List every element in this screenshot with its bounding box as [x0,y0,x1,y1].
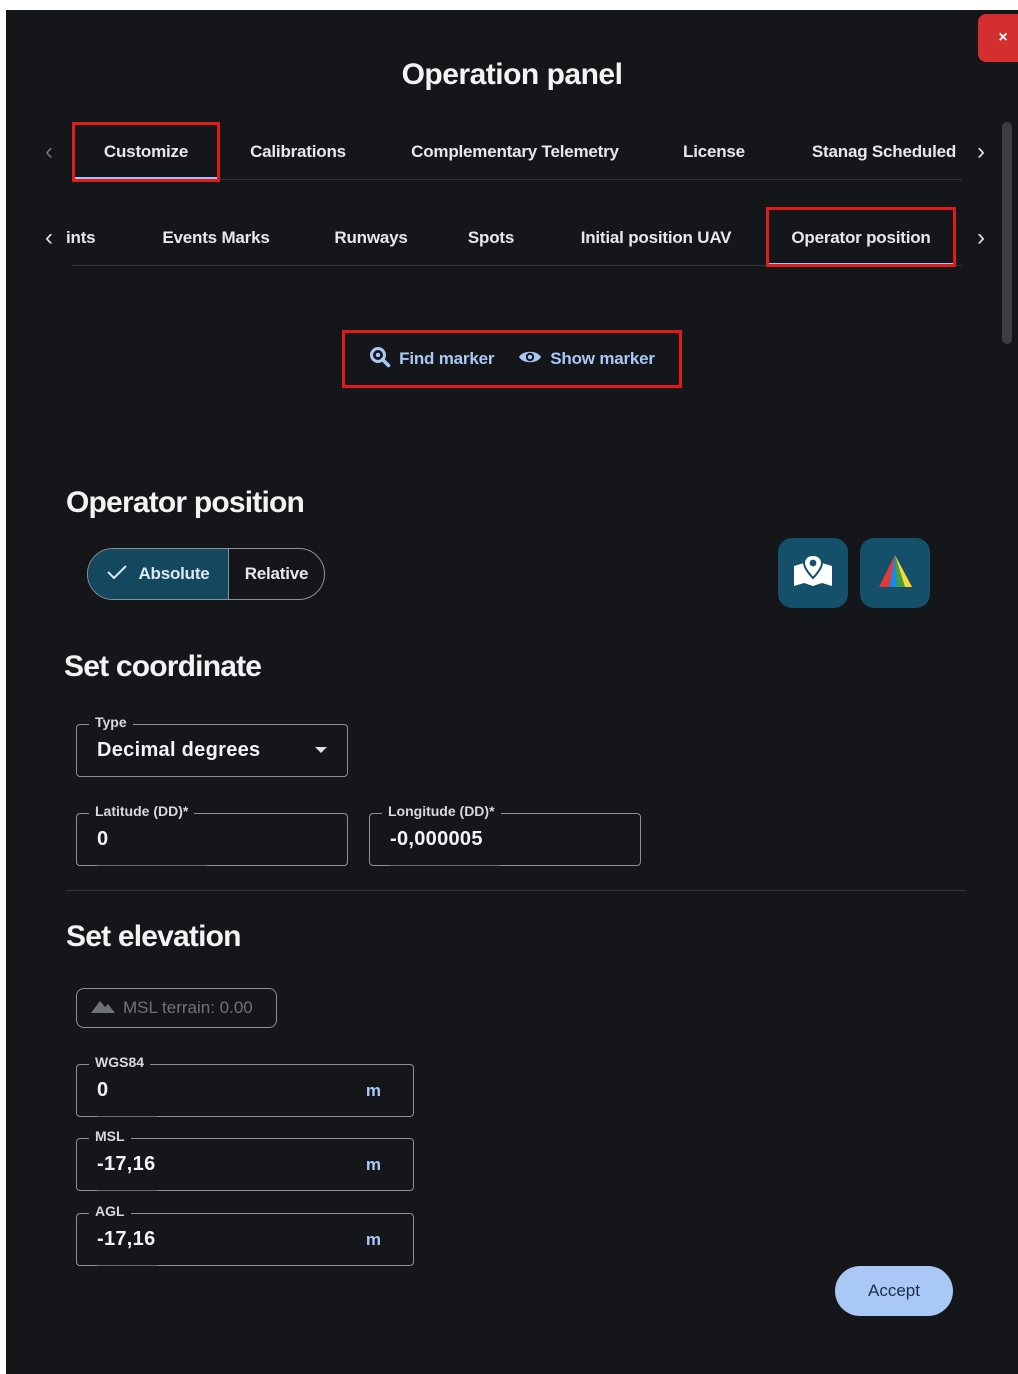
field-label: WGS84 [89,1054,151,1070]
dropdown-caret-icon [315,747,327,753]
field-underline [97,865,207,866]
field-value: -0,000005 [390,828,483,850]
chevron-left-icon[interactable]: ‹ [34,124,64,180]
map-pin-icon [792,553,834,593]
relative-option[interactable]: Relative [229,549,324,599]
latitude-field[interactable]: Latitude (DD)* 0 [76,803,348,866]
chevron-left-icon[interactable]: ‹ [34,210,64,266]
chevron-right-icon[interactable]: › [966,210,996,266]
section-heading-set-elevation: Set elevation [66,920,241,953]
field-unit: m [365,1230,381,1249]
field-unit: m [365,1155,381,1174]
close-icon: × [998,29,1008,46]
map-pick-button[interactable] [778,538,848,608]
absolute-option[interactable]: Absolute [88,549,229,599]
field-value: Decimal degrees [97,739,261,761]
agl-field[interactable]: AGL -17,16 m [76,1203,414,1266]
wgs84-field[interactable]: WGS84 0 m [76,1054,414,1117]
tab-events-marks[interactable]: Events Marks [150,210,282,266]
field-underline [97,1116,157,1117]
field-value: -17,16 [97,1228,156,1250]
tab-complementary-telemetry[interactable]: Complementary Telemetry [390,124,640,180]
msl-terrain-label: MSL terrain: 0.00 [123,998,253,1017]
field-unit: m [365,1081,381,1100]
longitude-field[interactable]: Longitude (DD)* -0,000005 [369,803,641,866]
chevron-right-icon[interactable]: › [966,124,996,180]
tab-calibrations[interactable]: Calibrations [230,124,366,180]
field-label: Longitude (DD)* [382,803,501,819]
highlight-box [72,122,220,182]
tab-points[interactable]: ints [66,210,106,266]
field-value: -17,16 [97,1153,156,1175]
position-mode-toggle: Absolute Relative [87,548,325,600]
accept-button[interactable]: Accept [835,1266,953,1316]
triangle-logo-icon [875,553,915,594]
field-underline [97,1265,157,1266]
section-heading-operator-position: Operator position [66,486,305,519]
section-heading-set-coordinate: Set coordinate [64,650,262,683]
mountain-icon [91,998,115,1018]
absolute-label: Absolute [138,564,210,583]
panel-title: Operation panel [401,58,623,91]
highlight-box [342,330,682,388]
tab-stanag-scheduled[interactable]: Stanag Scheduled [802,124,966,180]
tab-spots[interactable]: Spots [446,210,536,266]
msl-terrain-chip: MSL terrain: 0.00 [76,988,277,1028]
field-value: 0 [97,828,109,850]
coordinate-type-select[interactable]: Type Decimal degrees [76,714,348,777]
highlight-box [766,207,956,267]
check-icon [106,564,128,585]
field-label: AGL [89,1203,131,1219]
field-underline [390,865,500,866]
field-underline [97,1190,157,1191]
msl-field[interactable]: MSL -17,16 m [76,1128,414,1191]
field-label: Type [89,714,133,730]
field-label: MSL [89,1128,131,1144]
tab-runways[interactable]: Runways [316,210,426,266]
app-logo-button[interactable] [860,538,930,608]
field-value: 0 [97,1079,109,1101]
tab-license[interactable]: License [664,124,764,180]
close-button[interactable]: × [978,14,1018,62]
field-label: Latitude (DD)* [89,803,195,819]
tab-initial-position-uav[interactable]: Initial position UAV [566,210,746,266]
section-divider [66,890,966,891]
